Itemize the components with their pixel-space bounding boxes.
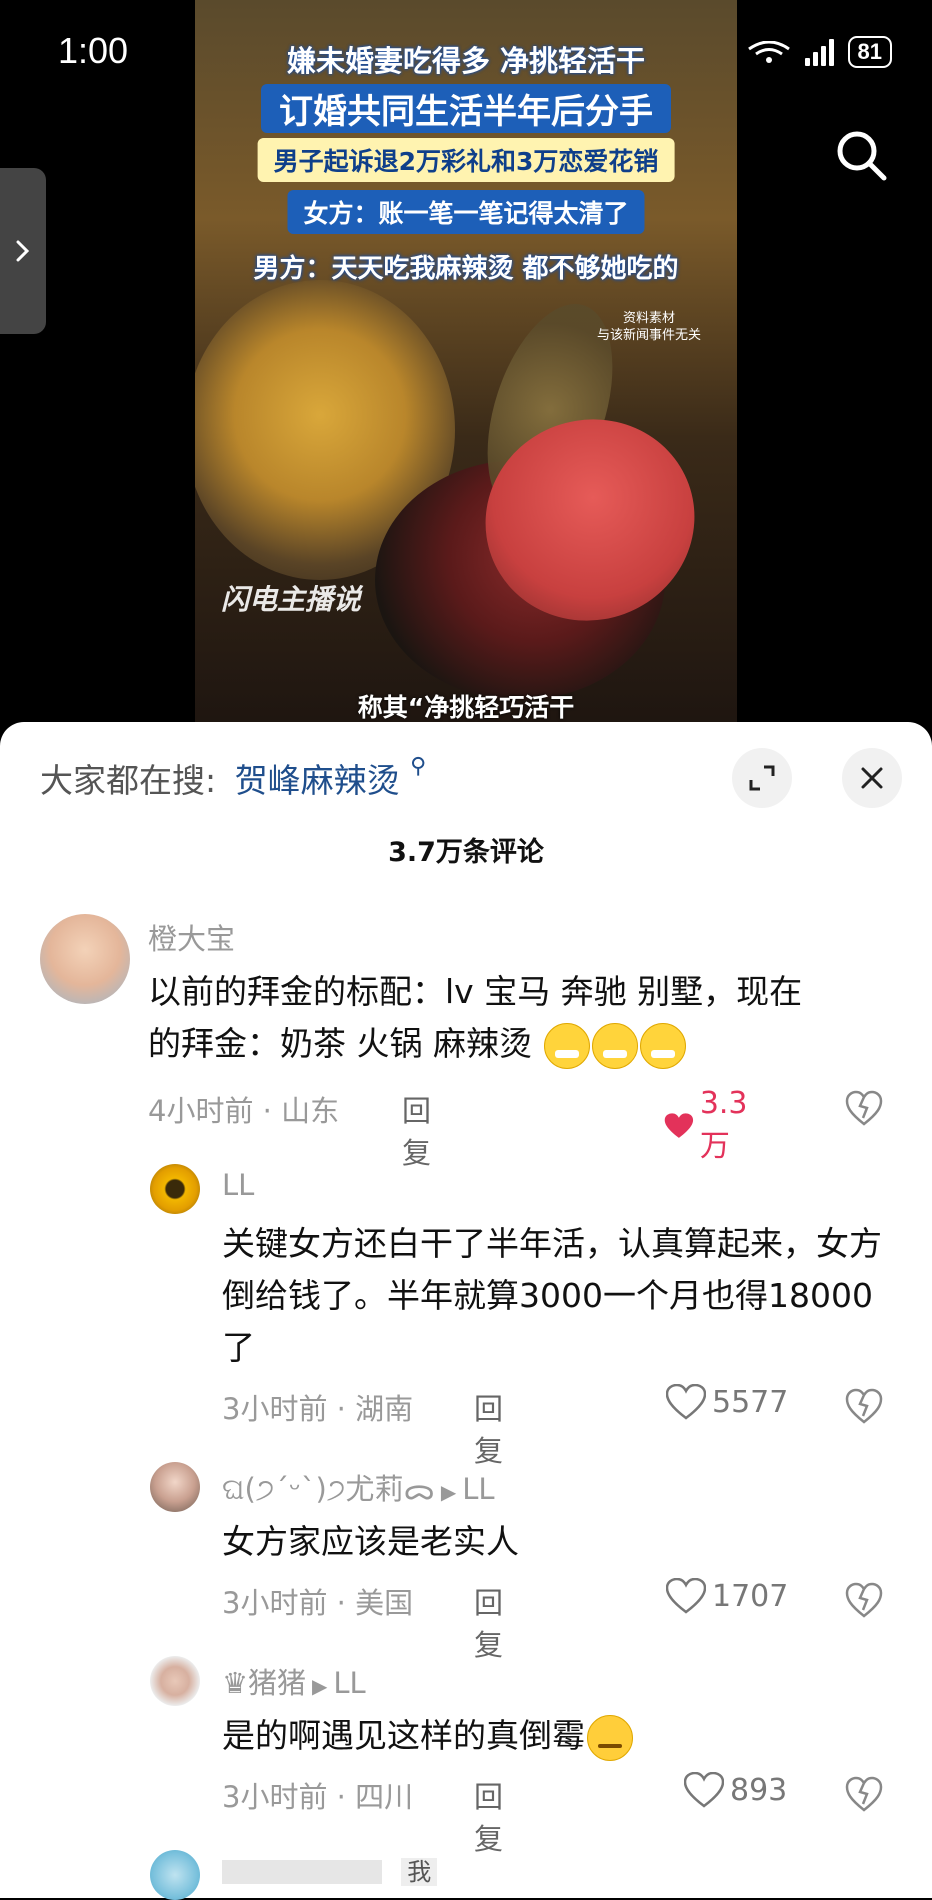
video-caption-1: 嫌未婚妻吃得多 净挑轻活干 [286, 44, 646, 78]
dislike-icon[interactable] [844, 1580, 884, 1620]
video-disclaimer-line2: 与该新闻事件无关 [596, 328, 701, 343]
reply-button[interactable]: 回复 [474, 1774, 503, 1858]
like-count: 893 [730, 1772, 788, 1808]
heart-icon [664, 1112, 694, 1138]
video-caption-3: 男子起诉退2万彩礼和3万恋爱花销 [257, 138, 675, 182]
comment-location: 湖南 [355, 1392, 414, 1426]
reply-button[interactable]: 回复 [474, 1386, 503, 1470]
like-count: 5577 [712, 1384, 789, 1420]
video-disclaimer-line1: 资料素材 [622, 311, 675, 326]
chevron-right-icon [16, 240, 30, 262]
hot-search-bar: 大家都在搜: 贺峰麻辣烫 ⚲ [40, 754, 426, 802]
search-small-icon: ⚲ [410, 754, 427, 779]
comment-location: 四川 [355, 1780, 414, 1814]
heart-icon [666, 1578, 706, 1614]
comment-text: 关键女方还白干了半年活，认真算起来，女方倒给钱了。半年就算3000一个月也得18… [222, 1224, 882, 1367]
video-caption-2: 订婚共同生活半年后分手 [261, 84, 671, 133]
comment-location: 美国 [355, 1586, 414, 1620]
reply-arrow-icon: ▶ [440, 1480, 457, 1504]
signal-icon [804, 38, 834, 66]
wifi-icon [747, 41, 790, 63]
hot-search-keyword[interactable]: 贺峰麻辣烫 [235, 761, 400, 800]
comment-username: ♛猪猪 ▶ LL [222, 1660, 366, 1702]
avatar[interactable] [150, 1850, 200, 1900]
reply-target[interactable]: LL [462, 1472, 494, 1506]
comment-count: 3.7万条评论 [388, 837, 544, 868]
video-player[interactable]: 嫌未婚妻吃得多 净挑轻活干 订婚共同生活半年后分手 男子起诉退2万彩礼和3万恋爱… [195, 0, 737, 730]
like-button[interactable]: 5577 [666, 1384, 788, 1420]
comment-username: ଘ(੭ˊᵕˋ)੭尤莉ᯅ ▶ LL [222, 1466, 495, 1508]
comment-text-line1: 以前的拜金的标配：lv 宝马 奔驰 别墅，现在 [148, 972, 803, 1011]
grimace-emoji-icon [544, 1022, 591, 1069]
grimace-emoji-icon [592, 1022, 639, 1069]
reply-button[interactable]: 回复 [474, 1580, 503, 1664]
search-button[interactable] [832, 126, 892, 186]
video-subtitle: 称其“净挑轻巧活干 [357, 693, 575, 722]
comment-location: 山东 [281, 1094, 340, 1128]
avatar[interactable] [150, 1164, 200, 1214]
reply-author[interactable]: ♛猪猪 [222, 1666, 306, 1700]
comment-text-body: 是的啊遇见这样的真倒霉 [222, 1716, 585, 1755]
video-caption-5: 男方：天天吃我麻辣烫 都不够她吃的 [253, 254, 679, 284]
comment-username[interactable]: LL [222, 1168, 254, 1202]
like-button[interactable]: 3.3万 [664, 1086, 758, 1165]
status-icons: 81 [747, 36, 892, 68]
hot-search-label: 大家都在搜: [40, 761, 217, 800]
like-button[interactable]: 1707 [666, 1578, 788, 1614]
heart-icon [666, 1384, 706, 1420]
like-count: 3.3万 [699, 1086, 748, 1164]
reply-button[interactable]: 回复 [402, 1088, 431, 1172]
comment-meta: 3小时前 · 四川 [222, 1780, 414, 1814]
side-panel-toggle[interactable] [0, 168, 46, 334]
reply-target[interactable]: LL [333, 1666, 365, 1700]
comment-meta: 3小时前 · 美国 [222, 1586, 414, 1620]
comment-time: 3小时前 [222, 1780, 328, 1814]
comment-username: 我 [222, 1852, 438, 1887]
comment-text: 是的啊遇见这样的真倒霉 [222, 1710, 882, 1762]
close-button[interactable] [842, 748, 902, 808]
comment-time: 4小时前 [148, 1094, 254, 1128]
video-watermark: 闪电主播说 [221, 583, 362, 616]
search-icon [837, 131, 887, 181]
avatar[interactable] [150, 1656, 200, 1706]
comment-username[interactable]: 橙大宝 [148, 916, 235, 958]
comment-time: 3小时前 [222, 1392, 328, 1426]
comment-text: 以前的拜金的标配：lv 宝马 奔驰 别墅，现在 的拜金：奶茶 火锅 麻辣烫 [148, 966, 898, 1070]
video-caption-4: 女方：账一笔一笔记得太清了 [287, 190, 645, 234]
sweat-emoji-icon [587, 1714, 633, 1761]
comment-text: 女方家应该是老实人 [222, 1522, 519, 1561]
blurred-username [222, 1860, 382, 1884]
comment-time: 3小时前 [222, 1586, 328, 1620]
comment-text-line2: 的拜金：奶茶 火锅 麻辣烫 [148, 1018, 898, 1070]
close-icon [861, 767, 883, 789]
reply-arrow-icon: ▶ [312, 1674, 328, 1698]
avatar[interactable] [40, 914, 130, 1004]
video-disclaimer: 资料素材 与该新闻事件无关 [597, 310, 701, 344]
comment-meta: 3小时前 · 湖南 [222, 1392, 414, 1426]
avatar[interactable] [150, 1462, 200, 1512]
heart-icon [684, 1772, 724, 1808]
reply-target[interactable]: 我 [401, 1858, 438, 1886]
comment-sheet: 大家都在搜: 贺峰麻辣烫 ⚲ 3.7万条评论 橙大宝 以前的拜金的标配：lv 宝… [0, 722, 932, 1900]
battery-indicator: 81 [847, 36, 892, 68]
expand-button[interactable] [732, 748, 792, 808]
dislike-icon[interactable] [844, 1774, 884, 1814]
grimace-emoji-icon [640, 1022, 687, 1069]
like-button[interactable]: 893 [684, 1772, 787, 1808]
comment-meta: 4小时前 · 山东 [148, 1094, 340, 1128]
dislike-icon[interactable] [844, 1088, 884, 1128]
dislike-icon[interactable] [844, 1386, 884, 1426]
expand-icon [749, 765, 775, 791]
comment-text-line2-text: 的拜金：奶茶 火锅 麻辣烫 [148, 1024, 532, 1063]
like-count: 1707 [712, 1578, 789, 1614]
reply-author[interactable]: ଘ(੭ˊᵕˋ)੭尤莉ᯅ [222, 1472, 435, 1506]
status-time: 1:00 [58, 30, 129, 71]
